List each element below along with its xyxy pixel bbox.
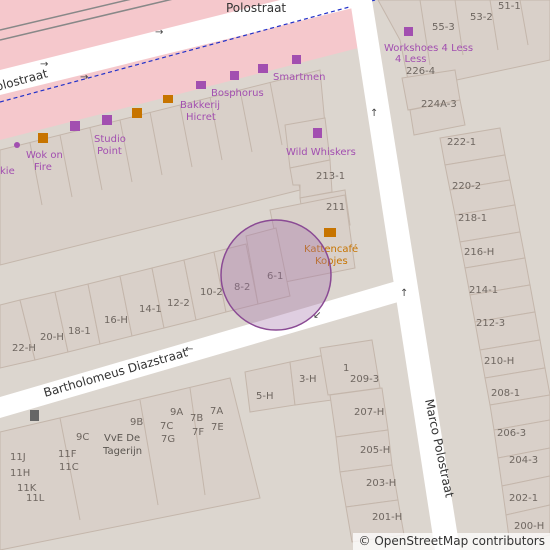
poi-label[interactable]: Hicret (186, 112, 216, 123)
restaurant-icon (163, 95, 173, 103)
building-name-label: Tagerijn (102, 446, 142, 457)
svg-text:5-H: 5-H (256, 391, 274, 402)
svg-text:→: → (40, 59, 48, 70)
poi-label[interactable]: Smartmen (273, 72, 325, 83)
takeaway-icon (70, 121, 80, 131)
cafe-icon (324, 228, 336, 237)
poi-label[interactable]: Workshoes 4 Less (384, 43, 473, 54)
svg-text:7F: 7F (192, 427, 204, 438)
svg-text:51-1: 51-1 (498, 1, 521, 12)
svg-text:206-3: 206-3 (497, 428, 526, 439)
clothes-icon (292, 55, 301, 64)
svg-text:14-1: 14-1 (139, 304, 162, 315)
svg-text:22-H: 22-H (12, 343, 36, 354)
svg-text:211: 211 (326, 202, 345, 213)
svg-text:↑: ↑ (400, 288, 408, 299)
svg-text:53-2: 53-2 (470, 12, 493, 23)
svg-text:224A-3: 224A-3 (421, 99, 457, 110)
poi-label[interactable]: kie (0, 166, 15, 177)
svg-text:226-4: 226-4 (406, 66, 435, 77)
poi-label[interactable]: Point (97, 146, 122, 157)
svg-text:3-H: 3-H (299, 374, 317, 385)
svg-text:↑: ↑ (370, 108, 378, 119)
flower-icon (102, 115, 112, 125)
fastfood-icon (196, 81, 206, 89)
svg-text:216-H: 216-H (464, 247, 494, 258)
svg-text:18-1: 18-1 (68, 326, 91, 337)
svg-text:1: 1 (343, 363, 349, 374)
bakery-icon (230, 71, 239, 80)
poi-label[interactable]: Bosphorus (211, 88, 264, 99)
cafe-icon (38, 133, 48, 143)
attribution-text[interactable]: © OpenStreetMap contributors (359, 534, 545, 548)
svg-text:218-1: 218-1 (458, 213, 487, 224)
svg-text:11C: 11C (59, 462, 79, 473)
location-marker[interactable] (220, 219, 332, 331)
svg-text:209-3: 209-3 (350, 374, 379, 385)
svg-text:→: → (80, 72, 88, 83)
attribution[interactable]: © OpenStreetMap contributors (352, 533, 550, 550)
svg-text:11L: 11L (26, 493, 45, 504)
poi-dot-icon (14, 142, 20, 148)
svg-text:16-H: 16-H (104, 315, 128, 326)
pet-icon (313, 128, 322, 138)
waste-basket-icon (30, 410, 39, 421)
hairdresser-icon (258, 64, 268, 73)
street-label-polostraat: Polostraat (226, 1, 286, 15)
svg-text:203-H: 203-H (366, 478, 396, 489)
svg-text:208-1: 208-1 (491, 388, 520, 399)
svg-text:9A: 9A (170, 407, 183, 418)
svg-text:212-3: 212-3 (476, 318, 505, 329)
beauty-icon (132, 108, 142, 118)
svg-text:210-H: 210-H (484, 356, 514, 367)
svg-text:12-2: 12-2 (167, 298, 190, 309)
poi-label[interactable]: Wok on (26, 150, 63, 161)
svg-text:220-2: 220-2 (452, 181, 481, 192)
svg-text:10-2: 10-2 (200, 287, 223, 298)
svg-text:200-H: 200-H (514, 521, 544, 532)
map-view[interactable]: Polostraat Polostraat Bartholomeus Diazs… (0, 0, 550, 550)
svg-text:7B: 7B (190, 413, 203, 424)
svg-text:205-H: 205-H (360, 445, 390, 456)
svg-text:214-1: 214-1 (469, 285, 498, 296)
svg-text:20-H: 20-H (40, 332, 64, 343)
svg-text:11H: 11H (10, 468, 30, 479)
svg-text:55-3: 55-3 (432, 22, 455, 33)
svg-text:207-H: 207-H (354, 407, 384, 418)
poi-label[interactable]: Studio (94, 134, 126, 145)
shirt-icon (404, 27, 413, 36)
building-name-label: VvE De (104, 433, 140, 444)
map-canvas[interactable]: Polostraat Polostraat Bartholomeus Diazs… (0, 0, 550, 550)
poi-label[interactable]: Fire (34, 162, 52, 173)
svg-text:11F: 11F (58, 449, 77, 460)
svg-text:222-1: 222-1 (447, 137, 476, 148)
poi-label[interactable]: Bakkerij (180, 100, 220, 111)
poi-label[interactable]: 4 Less (395, 54, 427, 65)
svg-text:201-H: 201-H (372, 512, 402, 523)
svg-text:←: ← (185, 344, 193, 355)
svg-text:9B: 9B (130, 417, 143, 428)
poi-label[interactable]: Wild Whiskers (286, 147, 356, 158)
svg-text:7A: 7A (210, 406, 223, 417)
svg-text:9C: 9C (76, 432, 89, 443)
svg-text:→: → (155, 27, 163, 38)
svg-text:7E: 7E (211, 422, 224, 433)
svg-text:202-1: 202-1 (509, 493, 538, 504)
svg-text:7G: 7G (161, 434, 175, 445)
svg-text:213-1: 213-1 (316, 171, 345, 182)
svg-text:204-3: 204-3 (509, 455, 538, 466)
svg-text:7C: 7C (160, 421, 173, 432)
svg-text:11J: 11J (10, 452, 26, 463)
